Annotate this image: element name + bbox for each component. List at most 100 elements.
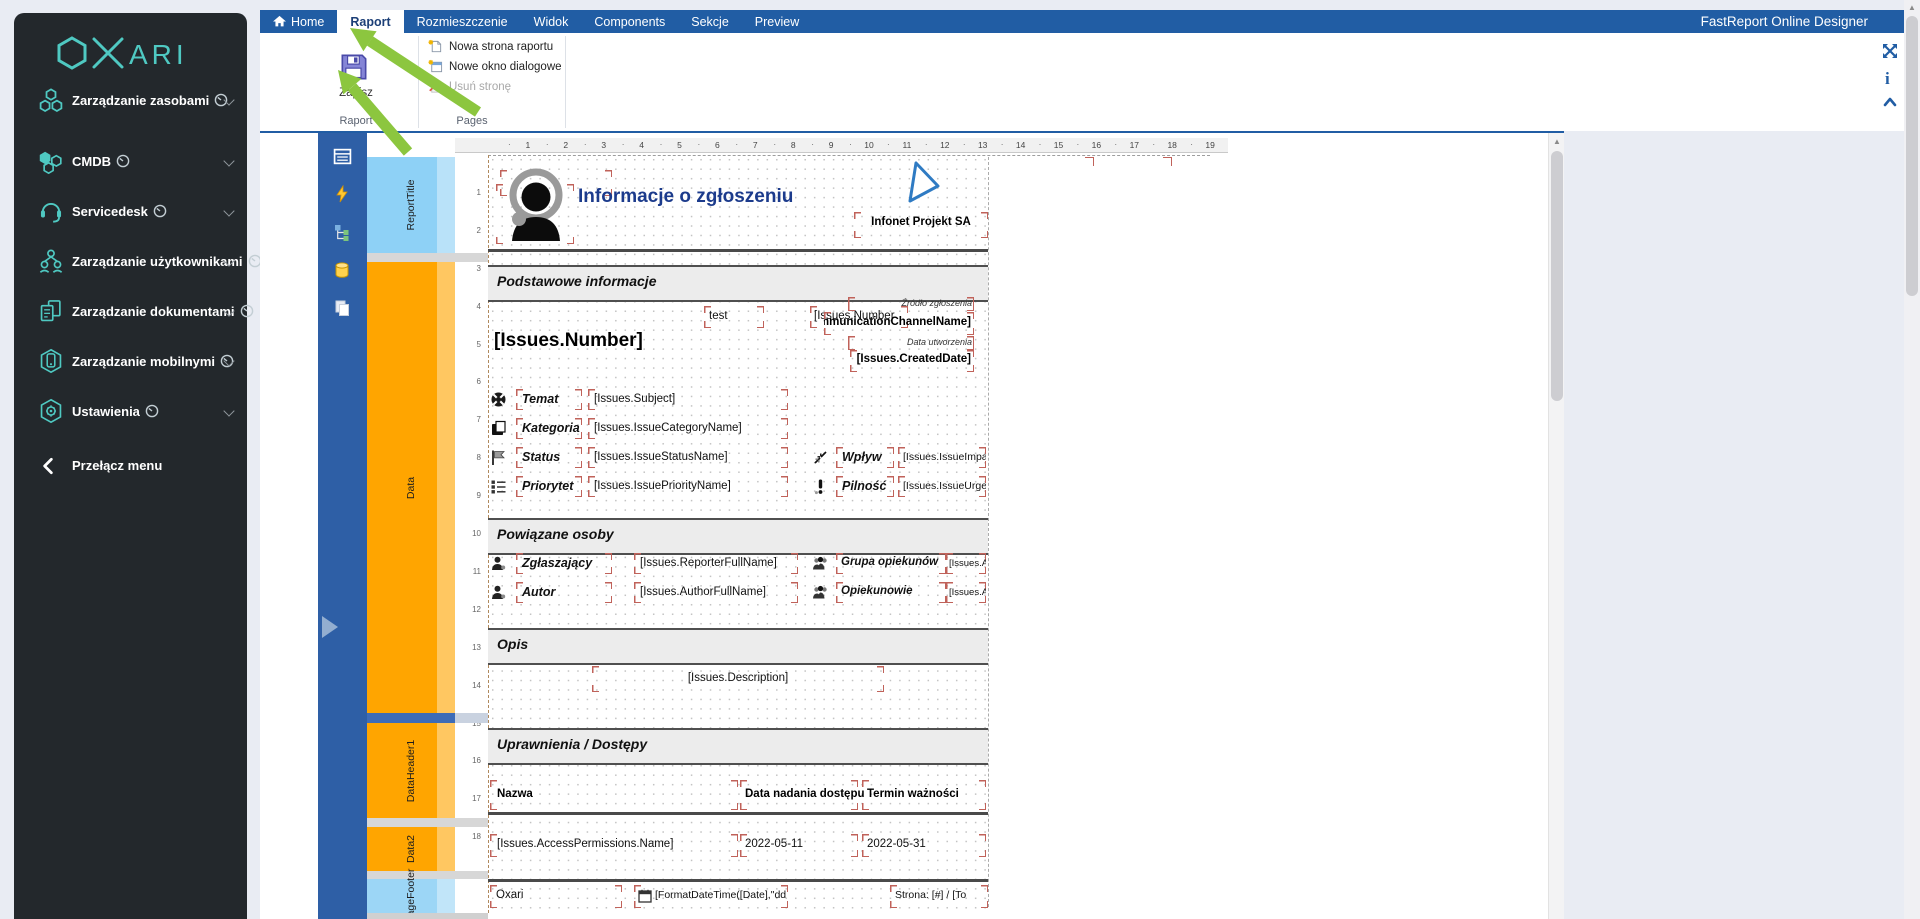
scrollbar-thumb[interactable]: [1551, 151, 1563, 401]
field-communication-channel[interactable]: mmunicationChannelName]: [824, 312, 974, 335]
v-ruler-number: 18: [455, 832, 481, 841]
label-created[interactable]: Data utworzenia: [848, 336, 974, 350]
report-separator-line[interactable]: [488, 249, 988, 252]
field-label-status[interactable]: Status: [516, 447, 582, 468]
info-icon[interactable]: i: [1885, 69, 1903, 87]
tab-rozmieszczenie[interactable]: Rozmieszczenie: [404, 10, 521, 33]
section-header-opis[interactable]: Opis: [488, 628, 988, 665]
selection-corner: [1085, 157, 1094, 166]
section-header-people[interactable]: Powiązane osoby: [488, 518, 988, 555]
tab-home[interactable]: Home: [260, 10, 337, 33]
field-value-author[interactable]: [Issues.AuthorFullName]: [634, 582, 798, 603]
label-source[interactable]: Źródło zgłoszenia: [848, 297, 974, 311]
person-icon: [490, 555, 507, 572]
scroll-up-icon[interactable]: ▲: [1904, 3, 1920, 12]
field-label-pilnosc[interactable]: Pilność: [836, 476, 894, 497]
footer-right[interactable]: Strona: [#] / [To: [890, 885, 988, 908]
field-label-kategoria[interactable]: Kategoria: [516, 418, 582, 439]
report-tree-icon[interactable]: [333, 223, 352, 242]
field-value-category[interactable]: [Issues.IssueCategoryName]: [588, 418, 788, 439]
field-value-assignee-group[interactable]: [Issues.AssigneeGroupName]: [946, 553, 986, 574]
field-label-priorytet[interactable]: Priorytet: [516, 476, 582, 497]
footer-left[interactable]: Oxari: [490, 885, 622, 908]
band-label-strip: [437, 723, 455, 818]
field-value-priority[interactable]: [Issues.IssuePriorityName]: [588, 476, 788, 497]
h-ruler-tick: ·: [660, 139, 663, 149]
field-text: [Issues.IssueStatusName]: [594, 451, 728, 463]
field-value-assignee-person[interactable]: [Issues.AssigneePersonName: [946, 582, 986, 603]
fullscreen-icon[interactable]: [1882, 43, 1900, 61]
tab-raport[interactable]: Raport: [337, 10, 403, 33]
field-value-urgency[interactable]: [Issues.IssueUrgencyName]: [898, 476, 986, 497]
v-ruler-number: 3: [455, 264, 481, 273]
table-cell-valid[interactable]: 2022-05-31: [862, 834, 986, 857]
table-cell-name[interactable]: [Issues.AccessPermissions.Name]: [490, 834, 738, 857]
field-test[interactable]: test: [704, 306, 764, 328]
table-cell-granted[interactable]: 2022-05-11: [740, 834, 858, 857]
save-button[interactable]: [340, 53, 370, 83]
company-name-text[interactable]: Infonet Projekt SA: [856, 216, 986, 228]
tab-components[interactable]: Components: [581, 10, 678, 33]
report-title-text[interactable]: Informacje o zgłoszeniu: [578, 186, 793, 208]
field-value-reporter[interactable]: [Issues.ReporterFullName]: [634, 553, 798, 574]
field-label-opiekunowie[interactable]: Opiekunowie: [836, 582, 946, 603]
v-ruler-number: 8: [455, 453, 481, 462]
tab-preview[interactable]: Preview: [742, 10, 812, 33]
tab-label: Home: [291, 15, 324, 29]
tab-widok[interactable]: Widok: [521, 10, 582, 33]
properties-panel-icon[interactable]: [333, 147, 352, 166]
browser-scrollbar[interactable]: ▲: [1904, 0, 1920, 919]
menu-item-delete-page[interactable]: Usuń stronę: [428, 79, 511, 94]
sidebar-item-servicedesk[interactable]: Servicedesk: [14, 189, 247, 233]
sidebar-item-cmdb[interactable]: CMDB: [14, 139, 247, 183]
field-label-temat[interactable]: Temat: [516, 389, 582, 410]
footer-center[interactable]: [FormatDateTime([Date],"dd: [634, 885, 788, 908]
designer-vertical-scrollbar[interactable]: ▲: [1548, 133, 1564, 919]
infonet-logo-icon[interactable]: [905, 160, 943, 204]
field-label-wplyw[interactable]: Wpływ: [836, 447, 894, 468]
flag-icon: [490, 449, 507, 466]
scroll-up-icon[interactable]: ▲: [1549, 137, 1565, 146]
field-issues-number-big[interactable]: [Issues.Number]: [494, 330, 643, 352]
v-ruler-number: 17: [455, 794, 481, 803]
field-text: Autor: [522, 585, 555, 599]
copy-pages-icon[interactable]: [333, 299, 352, 318]
events-lightning-icon[interactable]: [333, 185, 352, 204]
field-label-autor[interactable]: Autor: [516, 582, 612, 603]
h-ruler-tick: ·: [508, 139, 511, 149]
sidebar-item-dokumenty[interactable]: Zarządzanie dokumentami: [14, 289, 247, 333]
table-header-termin[interactable]: Termin ważności: [862, 780, 986, 810]
band-end-bar[interactable]: [367, 713, 455, 723]
field-label-zglaszajacy[interactable]: Zgłaszający: [516, 553, 612, 574]
field-value-status[interactable]: [Issues.IssueStatusName]: [588, 447, 788, 468]
field-description[interactable]: [Issues.Description]: [592, 666, 884, 692]
h-ruler-number: 3: [601, 140, 606, 150]
menu-item-new-report-page[interactable]: Nowa strona raportu: [428, 39, 553, 54]
assets-icon: [38, 87, 64, 113]
collapse-ribbon-icon[interactable]: [1882, 95, 1900, 113]
field-label-grupa[interactable]: Grupa opiekunów: [836, 553, 946, 574]
section-header-perm[interactable]: Uprawnienia / Dostępy: [488, 728, 988, 765]
tab-sekcje[interactable]: Sekcje: [678, 10, 742, 33]
sidebar-toggle-menu[interactable]: Przełącz menu: [14, 443, 247, 487]
save-button-label[interactable]: Zapisz: [333, 87, 379, 99]
sidebar-item-uzytkownicy[interactable]: Zarządzanie użytkownikami: [14, 239, 247, 283]
field-value-impact[interactable]: [Issues.IssueImpactName]: [898, 447, 986, 468]
field-text: [Issues.IssueCategoryName]: [594, 422, 742, 434]
sidebar-item-zasoby[interactable]: Zarządzanie zasobami: [14, 78, 247, 122]
tab-label: Sekcje: [691, 15, 729, 29]
field-value-subject[interactable]: [Issues.Subject]: [588, 389, 788, 410]
table-header-nazwa[interactable]: Nazwa: [490, 780, 738, 810]
sidebar-item-label: Zarządzanie dokumentami: [72, 304, 235, 319]
h-ruler-number: 1: [526, 140, 531, 150]
field-created-date[interactable]: [Issues.CreatedDate]: [850, 350, 974, 372]
scrollbar-thumb[interactable]: [1906, 16, 1918, 296]
data-source-icon[interactable]: [333, 261, 352, 280]
subject-icon: [490, 391, 507, 408]
table-header-data-nadania[interactable]: Data nadania dostępu: [740, 780, 858, 810]
sidebar-item-ustawienia[interactable]: Ustawienia: [14, 389, 247, 433]
panel-expand-handle[interactable]: [322, 616, 338, 638]
menu-item-new-dialog[interactable]: Nowe okno dialogowe: [428, 59, 562, 74]
sidebar-item-mobilne[interactable]: Zarządzanie mobilnymi: [14, 339, 247, 383]
field-text: Kategoria: [522, 421, 580, 435]
